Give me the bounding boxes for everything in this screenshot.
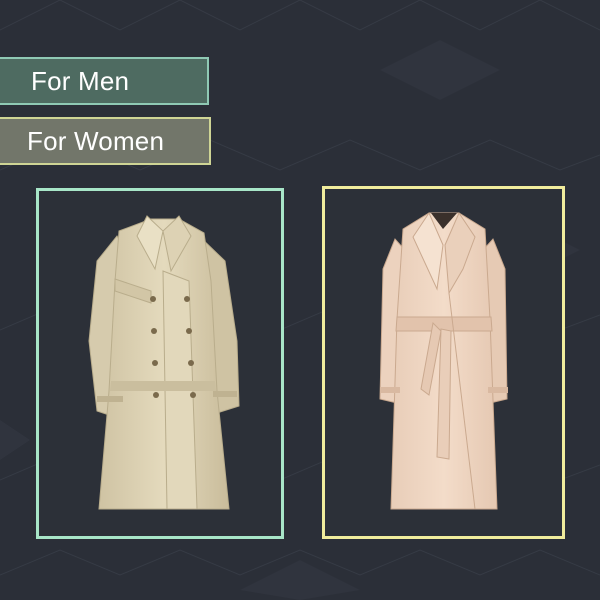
for-women-label: For Women [27, 125, 165, 156]
womens-coat-card[interactable] [322, 186, 565, 539]
for-men-button[interactable]: For Men [0, 57, 209, 105]
mens-coat-card[interactable] [36, 188, 284, 539]
womens-trench-coat-image [325, 189, 562, 536]
mens-trench-coat-image [39, 191, 281, 536]
for-men-label: For Men [31, 65, 130, 96]
for-women-button[interactable]: For Women [0, 117, 211, 165]
